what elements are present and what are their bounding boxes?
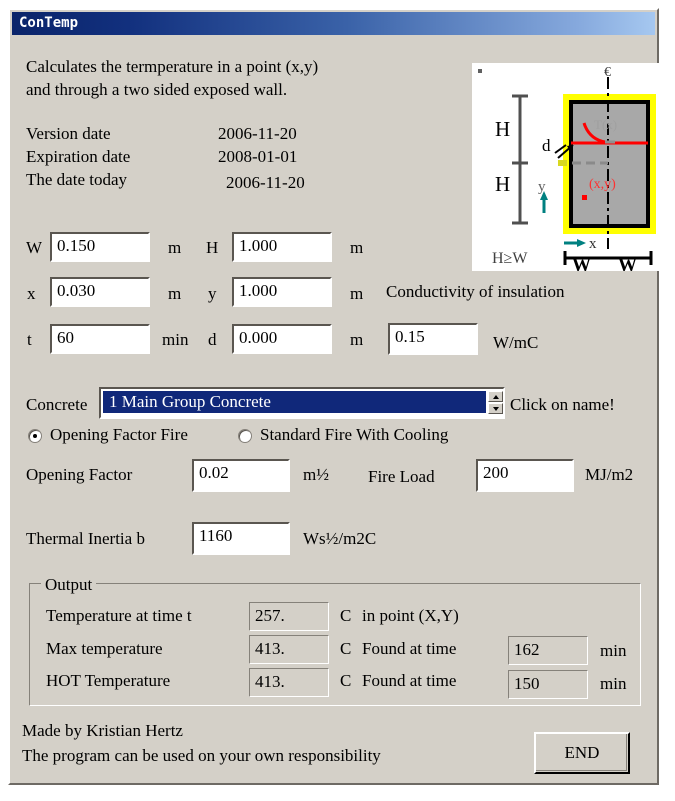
title-bar[interactable]: ConTemp: [12, 12, 655, 35]
t-label: t: [27, 330, 32, 349]
x-input[interactable]: 0.030: [50, 277, 150, 307]
opening-factor-unit: m½: [303, 465, 329, 484]
diagram-h-bottom-label: H: [495, 172, 510, 196]
output-row-2-unit: C: [340, 671, 352, 690]
radio-opening-factor-fire[interactable]: [28, 429, 42, 443]
output-row-2-value: 413.: [249, 668, 329, 697]
h-label: H: [206, 238, 219, 257]
application-window: ConTemp Calculates the termperature in a…: [8, 8, 670, 785]
scroll-up-button[interactable]: [488, 391, 503, 402]
scroll-down-button[interactable]: [488, 403, 503, 414]
t-unit: min: [162, 330, 189, 349]
output-row-1-unit: C: [340, 639, 352, 658]
output-row-1-label: Max temperature: [46, 639, 163, 658]
fire-load-unit: MJ/m2: [585, 465, 634, 484]
output-row-0-label: Temperature at time t: [46, 606, 192, 625]
description-line-2: and through a two sided exposed wall.: [26, 80, 288, 99]
x-label: x: [27, 284, 36, 303]
conductivity-input[interactable]: 0.15: [388, 323, 478, 355]
diagram-w-right-label: W: [618, 255, 637, 271]
output-row-0-suffix: in point (X,Y): [362, 606, 459, 625]
diagram-w-left-label: W: [572, 255, 591, 271]
diagram-x-label: x: [589, 236, 597, 252]
version-date-value: 2006-11-20: [218, 124, 297, 143]
concrete-listbox[interactable]: 1 Main Group Concrete: [99, 387, 505, 419]
conductivity-label: Conductivity of insulation: [386, 282, 565, 301]
d-label: d: [208, 330, 217, 349]
window-title: ConTemp: [19, 15, 79, 31]
diagram-d-label: d: [542, 136, 551, 155]
d-input[interactable]: 0.000: [232, 324, 332, 354]
y-label: y: [208, 284, 217, 303]
footer-line-2: The program can be used on your own resp…: [22, 746, 381, 765]
w-label: W: [26, 238, 43, 257]
concrete-selected-item[interactable]: 1 Main Group Concrete: [103, 391, 486, 413]
radio-standard-fire-with-cooling[interactable]: [238, 429, 252, 443]
diagram-constraint-label: H≥W: [492, 250, 528, 267]
wall-cross-section-diagram: € T(x) d H H y (x,y) x W W H≥W: [472, 63, 670, 271]
diagram-y-label: y: [538, 179, 546, 195]
h-input[interactable]: 1.000: [232, 232, 332, 262]
thermal-inertia-unit: Ws½/m2C: [303, 529, 377, 548]
output-row-2-time-value: 150: [508, 670, 588, 699]
y-input[interactable]: 1.000: [232, 277, 332, 307]
version-date-label: Version date: [26, 124, 111, 143]
today-date-value: 2006-11-20: [226, 173, 305, 192]
diagram-svg: € T(x) d H H y (x,y) x W W H≥W: [472, 63, 670, 271]
tx-label: T(x): [594, 117, 617, 132]
output-row-2-time-unit: min: [600, 674, 627, 693]
thermal-inertia-input[interactable]: 1160: [192, 522, 290, 555]
output-row-1-time-value: 162: [508, 636, 588, 665]
x-unit: m: [168, 284, 182, 303]
t-input[interactable]: 60: [50, 324, 150, 354]
w-unit: m: [168, 238, 182, 257]
description-line-1: Calculates the termperature in a point (…: [26, 57, 319, 76]
today-date-label: The date today: [26, 170, 128, 189]
output-row-2-label: HOT Temperature: [46, 671, 171, 690]
conductivity-unit: W/mC: [493, 333, 539, 352]
radio-selected-dot: [33, 434, 37, 438]
output-row-1-value: 413.: [249, 635, 329, 664]
end-button[interactable]: END: [534, 732, 630, 774]
output-row-1-suffix: Found at time: [362, 639, 457, 658]
radio-standard-fire-with-cooling-label[interactable]: Standard Fire With Cooling: [260, 425, 448, 444]
chevron-down-icon: [493, 407, 499, 411]
expiration-date-label: Expiration date: [26, 147, 131, 166]
diagram-h-top-label: H: [495, 117, 510, 141]
thermal-inertia-label: Thermal Inertia b: [26, 529, 145, 548]
diagram-point-label: (x,y): [589, 177, 616, 192]
end-button-label: END: [564, 743, 600, 762]
concrete-label: Concrete: [26, 395, 88, 414]
opening-factor-input[interactable]: 0.02: [192, 459, 290, 492]
chevron-up-icon: [493, 395, 499, 399]
concrete-hint: Click on name!: [510, 395, 615, 414]
output-group-legend: Output: [41, 575, 97, 595]
fire-load-label: Fire Load: [368, 467, 435, 486]
opening-factor-label: Opening Factor: [26, 465, 133, 484]
radio-opening-factor-fire-label[interactable]: Opening Factor Fire: [50, 425, 188, 444]
d-unit: m: [350, 330, 364, 349]
w-input[interactable]: 0.150: [50, 232, 150, 262]
output-row-2-suffix: Found at time: [362, 671, 457, 690]
centreline-symbol: €: [604, 65, 611, 80]
output-row-0-value: 257.: [249, 602, 329, 631]
footer-line-1: Made by Kristian Hertz: [22, 721, 183, 740]
fire-load-input[interactable]: 200: [476, 459, 574, 492]
output-row-0-unit: C: [340, 606, 352, 625]
output-row-1-time-unit: min: [600, 641, 627, 660]
y-unit: m: [350, 284, 364, 303]
h-unit: m: [350, 238, 364, 257]
expiration-date-value: 2008-01-01: [218, 147, 298, 166]
